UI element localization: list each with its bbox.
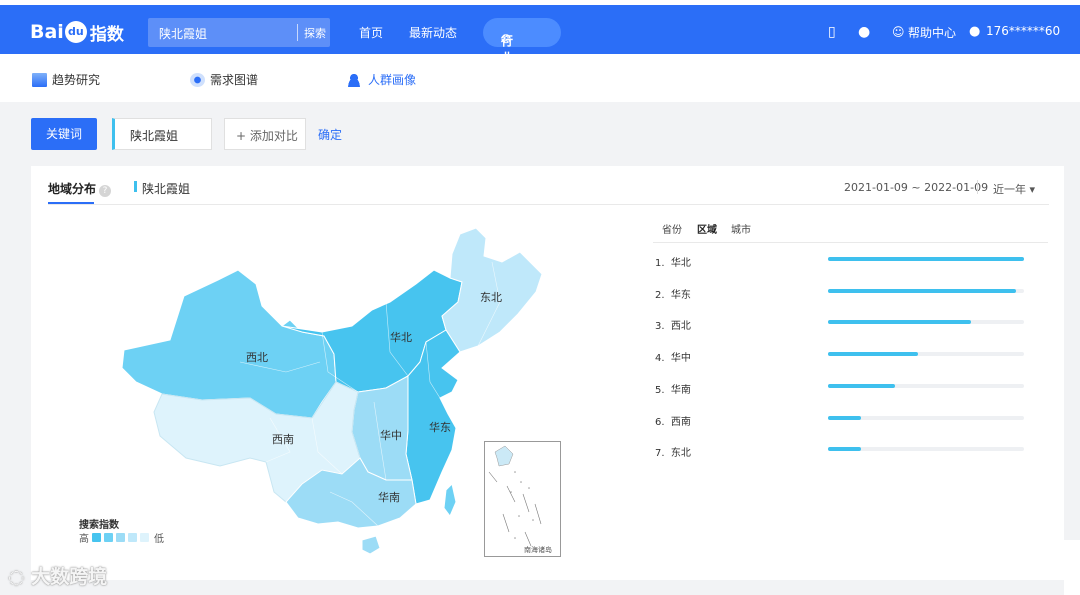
search-divider xyxy=(297,24,298,41)
baidu-index-logo[interactable]: Bai du 指数 xyxy=(30,17,124,47)
search-input[interactable]: 陕北霞姐 探索 xyxy=(148,18,330,47)
map-label-southwest: 西南 xyxy=(272,433,294,446)
legend-title: 搜索指数 xyxy=(79,520,119,531)
ranking-bar xyxy=(828,415,862,420)
period-select[interactable]: 近一年 ▾ xyxy=(993,181,1035,197)
side-scroll-strip[interactable] xyxy=(1064,540,1080,595)
ranking-row-label: 5. 华南 xyxy=(655,384,691,396)
ranking-bar-track xyxy=(828,415,1024,420)
logo-zh: 指数 xyxy=(89,24,124,45)
map-label-east: 华东 xyxy=(429,421,451,434)
inset-label: 南海诸岛 xyxy=(524,546,552,554)
map-label-northwest: 西北 xyxy=(246,351,268,364)
add-compare-label: + 添加对比 xyxy=(236,129,298,143)
tab-region-label: 地域分布 xyxy=(48,182,97,196)
south-china-sea-inset xyxy=(484,441,561,557)
crowd-icon xyxy=(348,72,363,87)
ranking-bar-track xyxy=(828,257,1024,261)
watermark-text: 大数跨境 xyxy=(31,566,108,588)
search-button[interactable]: 探索 xyxy=(304,25,326,41)
search-value: 陕北霞姐 xyxy=(159,27,208,41)
ranking-bar-track xyxy=(828,288,1024,293)
ranking-bar-track xyxy=(828,320,1024,325)
demand-icon xyxy=(190,72,205,87)
ranking-row-label: 6. 西南 xyxy=(655,416,691,428)
logo-latin: Bai xyxy=(30,21,64,43)
ranking-bar xyxy=(828,383,895,388)
legend-swatch-5 xyxy=(140,533,149,542)
tab-area[interactable]: 区域 xyxy=(697,221,717,236)
tab-province[interactable]: 省份 xyxy=(662,221,682,236)
legend-swatch-2 xyxy=(104,533,113,542)
industry-ranking-button[interactable]: ❂ 行业排行 xyxy=(483,18,561,99)
legend-swatch-3 xyxy=(116,533,125,542)
add-compare-button[interactable]: + 添加对比 xyxy=(224,118,306,150)
ranking-bar-track xyxy=(828,383,1024,388)
map-region-hainan[interactable] xyxy=(361,535,381,555)
ranking-divider xyxy=(653,242,1048,243)
subnav-demand-label: 需求图谱 xyxy=(210,73,259,87)
wechat-icon[interactable]: ● xyxy=(858,23,870,41)
ranking-row-label: 7. 东北 xyxy=(655,448,691,460)
ranking-row-label: 1. 华北 xyxy=(655,258,691,269)
map-label-northeast: 东北 xyxy=(480,291,502,304)
confirm-button[interactable]: 确定 xyxy=(318,126,342,143)
map-legend: 高 低 xyxy=(79,530,164,545)
legend-swatch-4 xyxy=(128,533,137,542)
subnav-crowd[interactable]: 人群画像 xyxy=(348,71,416,88)
tab-divider xyxy=(48,204,1049,205)
subnav-crowd-label: 人群画像 xyxy=(368,73,417,87)
top-bar: Bai du 指数 陕北霞姐 探索 首页 最新动态 ❂ 行业排行 ▯ ● ☺ 帮… xyxy=(0,0,1080,99)
tab-region-distribution[interactable]: 地域分布? xyxy=(48,180,112,197)
user-account[interactable]: 176******60 xyxy=(986,24,1060,38)
legend-low: 低 xyxy=(154,534,164,545)
legend-swatch-1 xyxy=(92,533,101,542)
map-label-north: 华北 xyxy=(390,331,412,344)
subnav-trend-label: 趋势研究 xyxy=(52,73,101,87)
ranking-bar xyxy=(828,288,1017,293)
keyword-term-field[interactable]: 陕北霞姐 xyxy=(112,118,212,150)
ranking-row-label: 4. 华中 xyxy=(655,353,691,365)
ranking-bar xyxy=(828,257,1024,261)
help-center-link[interactable]: 帮助中心 xyxy=(908,24,956,41)
trend-icon xyxy=(32,72,47,87)
ranking-bar xyxy=(828,447,862,452)
watermark-logo-icon: ◌ xyxy=(8,566,32,588)
ranking-bar xyxy=(828,352,919,357)
map-region-taiwan[interactable] xyxy=(443,483,457,517)
subnav-trend[interactable]: 趋势研究 xyxy=(32,71,100,88)
inset-map xyxy=(488,445,542,547)
term-color-marker xyxy=(134,181,137,192)
nav-news[interactable]: 最新动态 xyxy=(409,24,457,41)
map-label-south: 华南 xyxy=(378,491,400,504)
keyword-term: 陕北霞姐 xyxy=(130,129,179,143)
help-question-icon[interactable]: ? xyxy=(99,185,112,197)
user-avatar[interactable]: ● xyxy=(969,23,980,41)
date-divider xyxy=(977,180,978,194)
legend-term: 陕北霞姐 xyxy=(142,182,191,196)
ranking-bar-track xyxy=(828,447,1024,452)
keyword-type-button[interactable]: 关键词 xyxy=(31,118,97,150)
ranking-row-label: 2. 华东 xyxy=(655,289,691,301)
tab-city[interactable]: 城市 xyxy=(731,221,751,236)
help-icon[interactable]: ☺ xyxy=(892,23,905,41)
legend-high: 高 xyxy=(79,534,89,545)
mobile-icon[interactable]: ▯ xyxy=(828,23,836,41)
ranking-bar xyxy=(828,320,972,325)
subnav-demand[interactable]: 需求图谱 xyxy=(190,71,258,88)
sub-nav: 趋势研究 需求图谱 人群画像 xyxy=(0,54,1080,102)
map-region-northwest[interactable] xyxy=(121,269,337,419)
date-range[interactable]: 2021-01-09 ~ 2022-01-09 xyxy=(844,181,988,194)
map-label-central: 华中 xyxy=(380,429,402,442)
nav-home[interactable]: 首页 xyxy=(359,24,383,41)
ranking-bar-track xyxy=(828,352,1024,357)
watermark: ◌ 大数跨境 xyxy=(8,562,107,589)
logo-paw-icon: du xyxy=(64,21,87,43)
ranking-row-label: 3. 西北 xyxy=(655,321,691,333)
